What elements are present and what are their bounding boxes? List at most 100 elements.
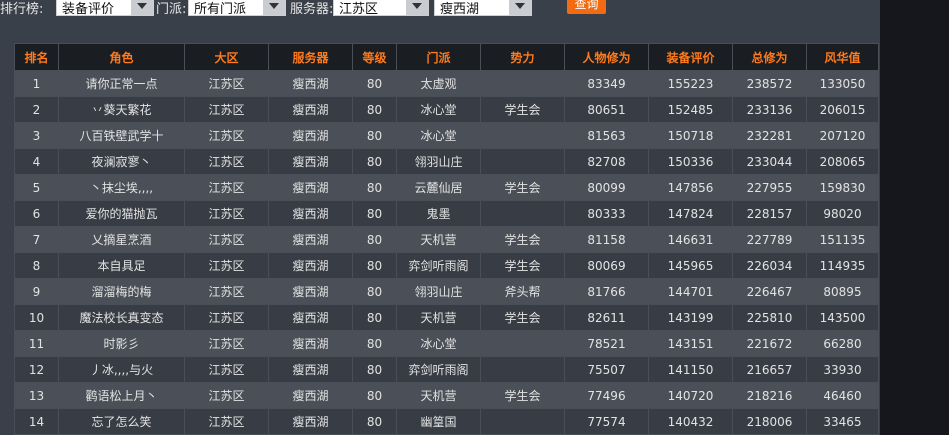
region-select-value: 江苏区 [339,2,379,16]
region-select[interactable]: 江苏区 [333,0,429,16]
cell-sect: 翎羽山庄 [396,148,481,175]
cell-elegance-value: 33930 [806,356,879,383]
cell-faction: 学生会 [480,174,565,201]
cell-server: 瘦西湖 [268,382,353,409]
cell-level: 80 [352,252,397,279]
cell-server: 瘦西湖 [268,304,353,331]
table-body: 1 请你正常一点 江苏区 瘦西湖 80 太虚观 83349 155223 238572 13305… [14,70,879,435]
cell-total-cultivation: 218216 [732,382,807,409]
cell-equipment-score: 150718 [648,122,733,149]
table-row: 7 乂摘星烹酒 江苏区 瘦西湖 80 天机营 学生会 81158 146631 227789 151… [14,226,879,253]
ranking-select-value: 装备评价 [62,2,115,16]
cell-character: 乂摘星烹酒 [58,226,185,253]
sect-label: 门派: [156,2,187,17]
cell-faction: 斧头帮 [480,278,565,305]
server-label: 服务器: [290,2,334,17]
cell-faction [480,408,565,435]
cell-equipment-score: 140432 [648,408,733,435]
cell-personal-cultivation: 77496 [564,382,649,409]
cell-level: 80 [352,174,397,201]
table-row: 11 时影彡 江苏区 瘦西湖 80 冰心堂 78521 143151 221672 66280 [14,330,879,357]
cell-personal-cultivation: 80069 [564,252,649,279]
cell-region: 江苏区 [184,330,269,357]
cell-rank: 6 [14,200,59,227]
cell-total-cultivation: 228157 [732,200,807,227]
column-header-faction: 势力 [480,43,565,71]
table-row: 3 八百铁壁武学十 江苏区 瘦西湖 80 冰心堂 81563 150718 232281 2071… [14,122,879,149]
cell-faction: 学生会 [480,382,565,409]
cell-level: 80 [352,304,397,331]
cell-server: 瘦西湖 [268,122,353,149]
cell-elegance-value: 80895 [806,278,879,305]
column-header-level: 等级 [352,43,397,71]
cell-server: 瘦西湖 [268,70,353,97]
cell-region: 江苏区 [184,408,269,435]
cell-faction [480,330,565,357]
cell-level: 80 [352,226,397,253]
cell-equipment-score: 141150 [648,356,733,383]
server-select-value: 瘦西湖 [440,2,480,16]
filter-bar: 排行榜: 装备评价 门派: 所有门派 服务器: 江苏区 瘦西湖 查询 [0,0,880,17]
ranking-table: 排名 角色 大区 服务器 等级 门派 势力 人物修为 装备评价 总修为 风华值 1 请你正常一点 江苏区… [14,43,879,435]
column-header-elegance-value: 风华值 [806,43,879,71]
cell-server: 瘦西湖 [268,278,353,305]
cell-level: 80 [352,148,397,175]
cell-rank: 11 [14,330,59,357]
cell-elegance-value: 143500 [806,304,879,331]
cell-elegance-value: 98020 [806,200,879,227]
cell-equipment-score: 147856 [648,174,733,201]
cell-rank: 2 [14,96,59,123]
cell-total-cultivation: 232281 [732,122,807,149]
cell-personal-cultivation: 81563 [564,122,649,149]
cell-faction: 学生会 [480,226,565,253]
cell-rank: 8 [14,252,59,279]
cell-total-cultivation: 221672 [732,330,807,357]
cell-character: 忘了怎么笑 [58,408,185,435]
table-row: 4 夜澜寂寥丶 江苏区 瘦西湖 80 翎羽山庄 82708 150336 233044 20806… [14,148,879,175]
cell-region: 江苏区 [184,96,269,123]
cell-total-cultivation: 238572 [732,70,807,97]
cell-sect: 弈剑听雨阁 [396,356,481,383]
cell-sect: 天机营 [396,226,481,253]
cell-rank: 5 [14,174,59,201]
cell-server: 瘦西湖 [268,148,353,175]
cell-elegance-value: 33465 [806,408,879,435]
cell-total-cultivation: 233044 [732,148,807,175]
cell-server: 瘦西湖 [268,330,353,357]
table-row: 8 本自具足 江苏区 瘦西湖 80 弈剑听雨阁 学生会 80069 145965 226034 11… [14,252,879,279]
cell-sect: 冰心堂 [396,96,481,123]
column-header-total-cultivation: 总修为 [732,43,807,71]
cell-level: 80 [352,382,397,409]
cell-region: 江苏区 [184,252,269,279]
cell-equipment-score: 155223 [648,70,733,97]
cell-character: 时影彡 [58,330,185,357]
column-header-personal-cultivation: 人物修为 [564,43,649,71]
cell-level: 80 [352,278,397,305]
cell-elegance-value: 46460 [806,382,879,409]
cell-equipment-score: 147824 [648,200,733,227]
server-select[interactable]: 瘦西湖 [434,0,532,16]
column-header-region: 大区 [184,43,269,71]
cell-faction: 学生会 [480,252,565,279]
sect-select[interactable]: 所有门派 [188,0,286,16]
cell-rank: 10 [14,304,59,331]
column-header-server: 服务器 [268,43,353,71]
column-header-character: 角色 [58,43,185,71]
cell-rank: 1 [14,70,59,97]
query-button[interactable]: 查询 [567,0,606,14]
cell-equipment-score: 140720 [648,382,733,409]
cell-server: 瘦西湖 [268,96,353,123]
cell-faction: 学生会 [480,96,565,123]
ranking-select[interactable]: 装备评价 [56,0,154,16]
cell-level: 80 [352,408,397,435]
cell-personal-cultivation: 83349 [564,70,649,97]
cell-character: 请你正常一点 [58,70,185,97]
cell-personal-cultivation: 82611 [564,304,649,331]
cell-elegance-value: 208065 [806,148,879,175]
cell-total-cultivation: 226467 [732,278,807,305]
cell-equipment-score: 150336 [648,148,733,175]
cell-sect: 翎羽山庄 [396,278,481,305]
cell-personal-cultivation: 81766 [564,278,649,305]
cell-sect: 天机营 [396,304,481,331]
cell-region: 江苏区 [184,148,269,175]
